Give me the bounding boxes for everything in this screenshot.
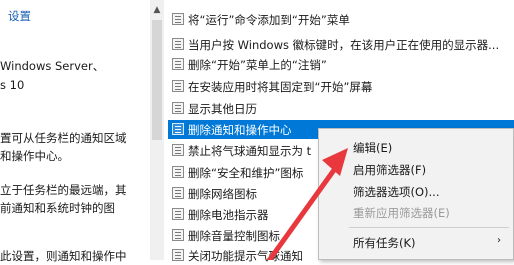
policy-setting-icon bbox=[172, 208, 184, 220]
menu-item-enable-filter[interactable]: 启用筛选器(F) bbox=[353, 162, 426, 178]
scroll-thumb[interactable] bbox=[152, 20, 162, 140]
menu-item-reapply-filter: 重新应用筛选器(E) bbox=[353, 206, 450, 220]
menu-separator bbox=[349, 227, 509, 228]
menu-item-all-tasks[interactable]: 所有任务(K) bbox=[353, 235, 416, 251]
policy-label: 禁止将气球通知显示为 t bbox=[188, 144, 312, 158]
policy-setting-link[interactable]: 设置 bbox=[8, 8, 31, 24]
policy-setting-icon bbox=[172, 13, 184, 25]
description-text-4: 前通知和系统时钟的图 bbox=[0, 201, 115, 215]
policy-label: 删除“开始”菜单上的“注销” bbox=[188, 58, 327, 72]
policy-row[interactable]: 在安装应用时将其固定到“开始”屏幕 bbox=[168, 77, 514, 96]
policy-label: 将“运行”命令添加到“开始”菜单 bbox=[188, 13, 350, 27]
policy-row[interactable]: 删除“开始”菜单上的“注销” bbox=[168, 55, 514, 74]
policy-label: 删除“安全和维护”图标 bbox=[188, 166, 304, 180]
policy-label: 关闭功能提示气球通知 bbox=[188, 249, 303, 263]
policy-label: 当用户按 Windows 徽标键时，在该用户正在使用的显示器... bbox=[188, 38, 500, 52]
policy-label: 删除电池指示器 bbox=[188, 208, 269, 222]
vertical-scrollbar[interactable]: ▲ bbox=[150, 0, 164, 260]
requirements-text-2: s 10 bbox=[0, 78, 25, 92]
policy-setting-icon bbox=[172, 38, 184, 50]
policy-label: 删除音量控制图标 bbox=[188, 229, 280, 243]
policy-label: 显示其他日历 bbox=[188, 102, 257, 116]
policy-setting-icon bbox=[172, 229, 184, 241]
requirements-text: Windows Server、 bbox=[0, 59, 105, 73]
policy-setting-icon bbox=[172, 102, 184, 114]
policy-setting-icon bbox=[172, 58, 184, 70]
description-pane: 设置 Windows Server、 s 10 置可从任务栏的通知区域 和操作中… bbox=[0, 0, 152, 263]
policy-setting-icon bbox=[172, 249, 184, 261]
policy-label: 删除通知和操作中心 bbox=[188, 123, 292, 137]
description-text-3: 立于任务栏的最远端，其 bbox=[0, 183, 127, 197]
description-text-5: 此设置，则通知和操作中 bbox=[0, 249, 127, 263]
menu-item-filter-options[interactable]: 筛选器选项(O)... bbox=[353, 184, 440, 200]
chevron-up-icon[interactable]: ▲ bbox=[150, 4, 164, 16]
policy-row[interactable]: 将“运行”命令添加到“开始”菜单 bbox=[168, 10, 514, 29]
menu-item-edit[interactable]: 编辑(E) bbox=[353, 140, 392, 156]
chevron-right-icon: › bbox=[497, 235, 501, 246]
policy-label: 删除网络图标 bbox=[188, 187, 257, 201]
policy-setting-icon bbox=[172, 80, 184, 92]
policy-row[interactable]: 当用户按 Windows 徽标键时，在该用户正在使用的显示器... bbox=[168, 35, 514, 54]
policy-setting-icon bbox=[172, 144, 184, 156]
description-text-1: 置可从任务栏的通知区域 bbox=[0, 131, 127, 145]
policy-setting-icon bbox=[172, 187, 184, 199]
context-menu: 编辑(E) 启用筛选器(F) 筛选器选项(O)... 重新应用筛选器(E) 所有… bbox=[318, 128, 514, 260]
policy-setting-icon bbox=[172, 166, 184, 178]
description-text-2: 和操作中心。 bbox=[0, 149, 69, 163]
policy-setting-icon bbox=[172, 123, 184, 135]
policy-label: 在安装应用时将其固定到“开始”屏幕 bbox=[188, 80, 373, 94]
policy-row[interactable]: 显示其他日历 bbox=[168, 99, 514, 118]
